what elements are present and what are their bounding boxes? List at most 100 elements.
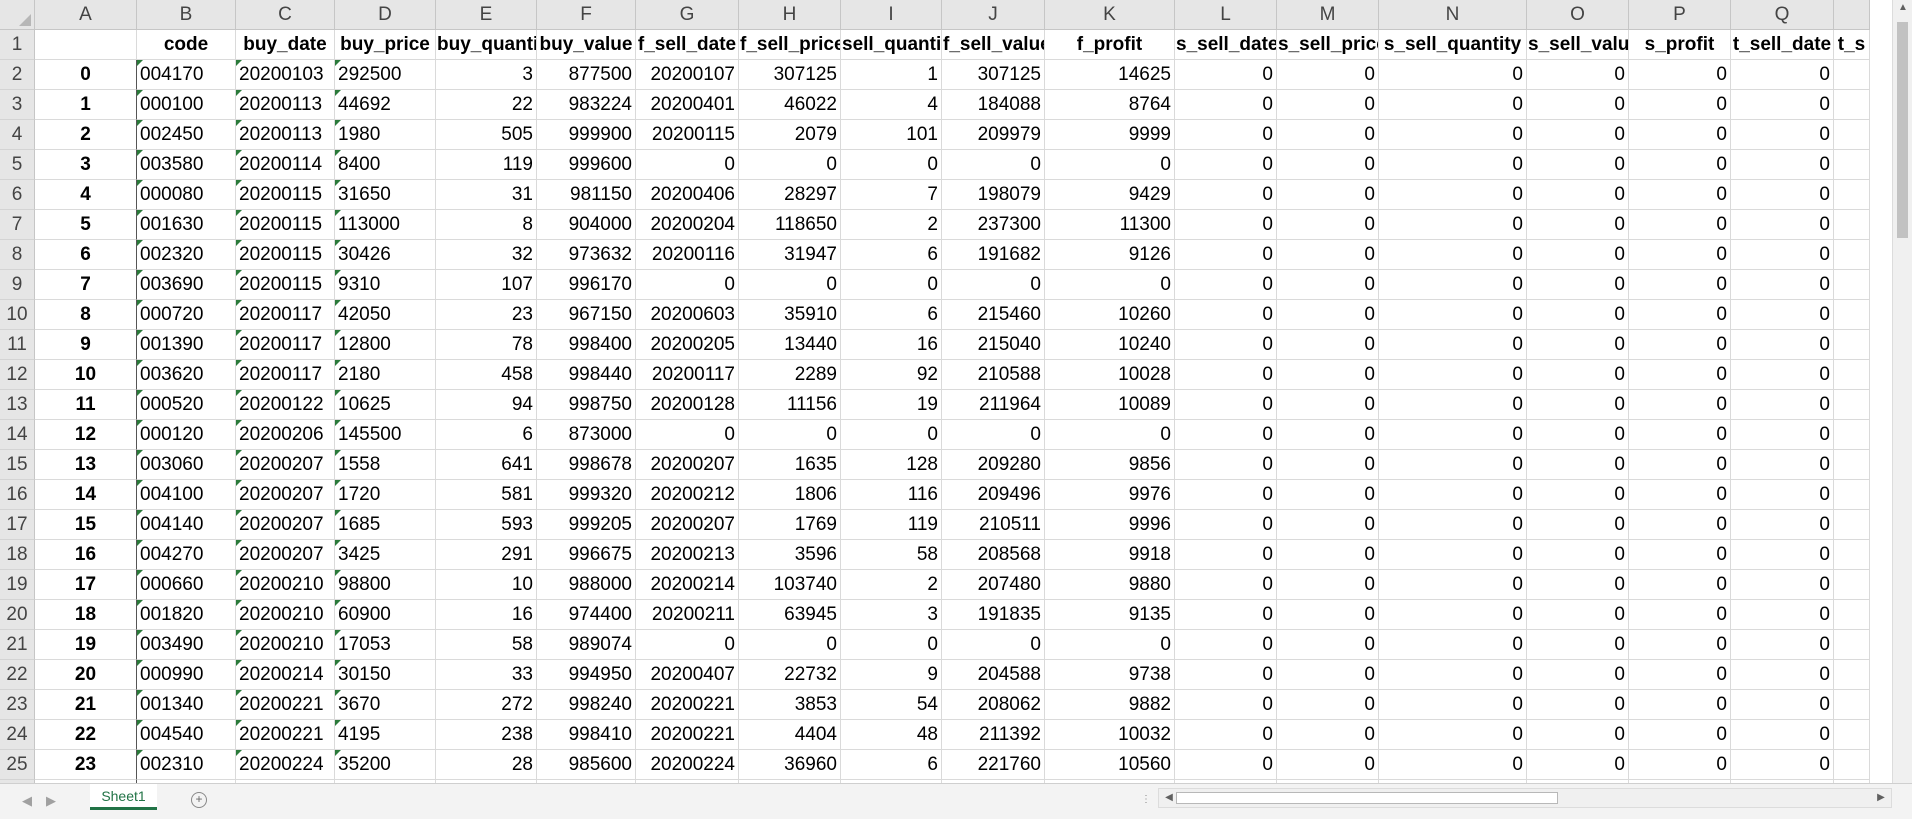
table-cell[interactable]: 0	[1277, 450, 1379, 480]
table-cell[interactable]	[1834, 450, 1870, 480]
table-cell[interactable]: 003690	[137, 270, 236, 300]
table-cell[interactable]: 0	[1731, 420, 1834, 450]
column-header-c[interactable]: C	[236, 0, 335, 30]
table-cell[interactable]: 001820	[137, 600, 236, 630]
table-cell[interactable]: 004540	[137, 720, 236, 750]
table-cell[interactable]: 0	[1629, 180, 1731, 210]
table-cell[interactable]: 0	[1629, 270, 1731, 300]
table-cell[interactable]: 8	[436, 210, 537, 240]
table-cell[interactable]: 9856	[1045, 450, 1175, 480]
table-cell[interactable]: 9429	[1045, 180, 1175, 210]
table-cell[interactable]: 204588	[942, 660, 1045, 690]
table-cell[interactable]: 0	[1527, 690, 1629, 720]
row-header[interactable]: 19	[0, 570, 35, 600]
table-cell[interactable]: 000080	[137, 180, 236, 210]
table-cell[interactable]: 0	[1175, 720, 1277, 750]
table-cell[interactable]: 1685	[335, 510, 436, 540]
table-cell[interactable]: 0	[1527, 120, 1629, 150]
header-cell[interactable]: buy_quantity	[436, 30, 537, 60]
table-cell[interactable]: 9126	[1045, 240, 1175, 270]
table-cell[interactable]: 0	[1277, 210, 1379, 240]
table-cell[interactable]: 0	[1731, 750, 1834, 780]
table-cell[interactable]: 000520	[137, 390, 236, 420]
row-index-cell[interactable]: 4	[35, 180, 137, 210]
row-header[interactable]: 25	[0, 750, 35, 780]
table-cell[interactable]: 000720	[137, 300, 236, 330]
table-cell[interactable]: 0	[739, 630, 841, 660]
table-cell[interactable]: 0	[1731, 150, 1834, 180]
table-cell[interactable]	[1834, 750, 1870, 780]
table-cell[interactable]: 989074	[537, 630, 636, 660]
table-cell[interactable]: 0	[1379, 60, 1527, 90]
table-cell[interactable]: 003620	[137, 360, 236, 390]
table-cell[interactable]: 0	[1045, 270, 1175, 300]
table-cell[interactable]: 210511	[942, 510, 1045, 540]
table-cell[interactable]: 28297	[739, 180, 841, 210]
table-cell[interactable]: 20200107	[636, 60, 739, 90]
row-index-cell[interactable]: 1	[35, 90, 137, 120]
header-cell[interactable]: f_sell_date	[636, 30, 739, 60]
table-cell[interactable]: 9880	[1045, 570, 1175, 600]
table-cell[interactable]: 23	[436, 300, 537, 330]
table-cell[interactable]: 191682	[942, 240, 1045, 270]
table-cell[interactable]: 0	[1527, 360, 1629, 390]
table-cell[interactable]: 904000	[537, 210, 636, 240]
row-index-cell[interactable]: 0	[35, 60, 137, 90]
table-cell[interactable]: 0	[1527, 630, 1629, 660]
table-cell[interactable]: 0	[1379, 450, 1527, 480]
table-cell[interactable]: 145500	[335, 420, 436, 450]
table-cell[interactable]: 1558	[335, 450, 436, 480]
header-cell[interactable]: t_s	[1834, 30, 1870, 60]
table-cell[interactable]: 0	[1731, 600, 1834, 630]
table-cell[interactable]: 998750	[537, 390, 636, 420]
row-index-cell[interactable]: 10	[35, 360, 137, 390]
table-cell[interactable]: 20200603	[636, 300, 739, 330]
header-cell[interactable]: s_sell_value	[1527, 30, 1629, 60]
header-cell[interactable]: buy_date	[236, 30, 335, 60]
table-cell[interactable]: 22732	[739, 660, 841, 690]
table-cell[interactable]: 20200207	[236, 480, 335, 510]
table-cell[interactable]: 0	[1277, 300, 1379, 330]
row-index-cell[interactable]: 2	[35, 120, 137, 150]
table-cell[interactable]: 0	[1629, 600, 1731, 630]
table-cell[interactable]: 0	[1629, 420, 1731, 450]
table-cell[interactable]: 0	[1175, 630, 1277, 660]
table-cell[interactable]: 191835	[942, 600, 1045, 630]
table-cell[interactable]	[1834, 270, 1870, 300]
row-header[interactable]: 10	[0, 300, 35, 330]
table-cell[interactable]: 0	[1277, 720, 1379, 750]
header-cell[interactable]: s_sell_price	[1277, 30, 1379, 60]
table-cell[interactable]: 10089	[1045, 390, 1175, 420]
table-cell[interactable]: 0	[1629, 60, 1731, 90]
table-cell[interactable]: 6	[841, 240, 942, 270]
table-cell[interactable]: 10	[436, 570, 537, 600]
table-cell[interactable]: 0	[1277, 480, 1379, 510]
table-cell[interactable]: 0	[1527, 180, 1629, 210]
table-cell[interactable]: 0	[1175, 210, 1277, 240]
table-cell[interactable]: 0	[1629, 240, 1731, 270]
table-cell[interactable]: 0	[1629, 720, 1731, 750]
table-cell[interactable]: 0	[1379, 630, 1527, 660]
table-cell[interactable]: 0	[1277, 510, 1379, 540]
table-cell[interactable]: 0	[1731, 540, 1834, 570]
table-cell[interactable]: 0	[1175, 750, 1277, 780]
table-cell[interactable]	[1834, 510, 1870, 540]
table-cell[interactable]: 0	[1527, 600, 1629, 630]
table-cell[interactable]: 0	[1379, 570, 1527, 600]
table-cell[interactable]: 20200221	[236, 690, 335, 720]
table-cell[interactable]: 94	[436, 390, 537, 420]
table-cell[interactable]: 215460	[942, 300, 1045, 330]
table-cell[interactable]: 0	[942, 630, 1045, 660]
vertical-scroll-thumb[interactable]	[1897, 22, 1908, 238]
table-cell[interactable]: 0	[841, 270, 942, 300]
table-cell[interactable]: 0	[1629, 690, 1731, 720]
row-index-cell[interactable]: 8	[35, 300, 137, 330]
row-index-cell[interactable]: 16	[35, 540, 137, 570]
table-cell[interactable]: 0	[1175, 570, 1277, 600]
header-cell[interactable]: f_sell_price	[739, 30, 841, 60]
table-cell[interactable]: 9999	[1045, 120, 1175, 150]
table-cell[interactable]: 238	[436, 720, 537, 750]
table-cell[interactable]: 0	[1731, 630, 1834, 660]
table-cell[interactable]: 20200128	[636, 390, 739, 420]
header-cell[interactable]: f_profit	[1045, 30, 1175, 60]
